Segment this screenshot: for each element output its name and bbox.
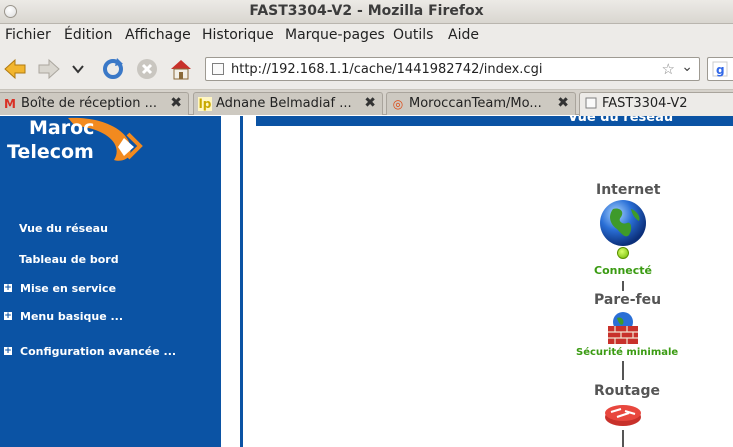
tab-bar: M Boîte de réception ... ✖ lp Adnane Bel… — [0, 90, 733, 116]
back-button[interactable] — [2, 56, 28, 82]
tab-launchpad[interactable]: lp Adnane Belmadiaf ... ✖ — [193, 92, 383, 115]
content-divider — [240, 116, 243, 447]
maroc-telecom-logo: Maroc Telecom — [0, 116, 160, 178]
menu-historique[interactable]: Historique — [202, 27, 274, 43]
internet-status: Connecté — [594, 264, 652, 277]
forward-arrow-icon — [38, 58, 60, 80]
chevron-down-icon — [72, 65, 84, 74]
window-titlebar: FAST3304-V2 - Mozilla Firefox — [0, 0, 733, 24]
menu-marque-pages[interactable]: Marque-pages — [285, 27, 385, 43]
connection-status-led — [617, 247, 629, 259]
reload-icon — [103, 58, 123, 79]
site-identity-icon[interactable] — [212, 63, 224, 75]
node-label-pare-feu: Pare-feu — [594, 292, 662, 308]
link-line — [622, 281, 624, 291]
page-icon — [584, 97, 598, 111]
sidebar-item-mise-en-service[interactable]: Mise en service — [20, 282, 116, 295]
link-line — [622, 430, 624, 447]
home-button[interactable] — [168, 56, 194, 82]
menubar: Fichier Édition Affichage Historique Mar… — [0, 24, 733, 48]
node-label-internet: Internet — [596, 182, 661, 198]
menu-edition[interactable]: Édition — [64, 27, 112, 43]
tab-gmail[interactable]: M Boîte de réception ... ✖ — [0, 92, 189, 115]
brand-line2: Telecom — [7, 141, 94, 163]
sidebar-item-menu-basique[interactable]: Menu basique ... — [20, 310, 123, 323]
expand-plus-icon[interactable]: + — [4, 347, 12, 356]
close-tab-icon[interactable]: ✖ — [364, 95, 376, 111]
url-input[interactable] — [231, 60, 651, 78]
svg-text:g: g — [716, 63, 725, 77]
section-header-bar: Vue du réseau — [256, 116, 733, 126]
close-tab-icon[interactable]: ✖ — [170, 95, 182, 111]
lp-icon: lp — [198, 97, 212, 111]
node-label-routage: Routage — [594, 383, 661, 399]
ubuntu-icon: ◎ — [392, 97, 404, 111]
history-dropdown-button[interactable] — [68, 56, 88, 82]
tab-fast3304[interactable]: FAST3304-V2 — [579, 92, 733, 116]
firewall-status: Sécurité minimale — [576, 347, 679, 358]
stop-button[interactable] — [134, 56, 160, 82]
menu-fichier[interactable]: Fichier — [5, 27, 51, 43]
stop-icon — [137, 59, 157, 79]
forward-button[interactable] — [36, 56, 62, 82]
menu-outils[interactable]: Outils — [393, 27, 433, 43]
link-line — [622, 361, 624, 380]
sidebar-item-vue-reseau[interactable]: Vue du réseau — [19, 222, 108, 235]
gmail-icon: M — [4, 97, 16, 111]
section-title: Vue du réseau — [568, 116, 674, 125]
google-icon: g — [712, 61, 728, 77]
bookmark-star-icon[interactable]: ☆ — [662, 60, 675, 78]
search-engine-button[interactable]: g — [707, 57, 733, 81]
firewall-icon[interactable] — [607, 310, 639, 350]
close-tab-icon[interactable]: ✖ — [557, 95, 569, 111]
window-title: FAST3304-V2 - Mozilla Firefox — [249, 3, 484, 19]
sidebar-item-configuration-avancee[interactable]: Configuration avancée ... — [20, 345, 176, 358]
sidebar-item-tableau-de-bord[interactable]: Tableau de bord — [19, 253, 119, 266]
navigation-toolbar: ☆ ⌄ g — [0, 48, 733, 90]
menu-aide[interactable]: Aide — [448, 27, 479, 43]
home-icon — [171, 60, 191, 80]
brand-line1: Maroc — [29, 117, 94, 139]
back-arrow-icon — [4, 58, 26, 80]
router-icon[interactable] — [603, 401, 643, 433]
tab-moroccanteam[interactable]: ◎ MoroccanTeam/Mo... ✖ — [386, 92, 576, 115]
url-bar[interactable]: ☆ ⌄ — [205, 57, 700, 81]
globe-icon[interactable] — [599, 199, 647, 251]
expand-plus-icon[interactable]: + — [4, 284, 12, 293]
expand-plus-icon[interactable]: + — [4, 312, 12, 321]
reload-button[interactable] — [100, 56, 126, 82]
menu-affichage[interactable]: Affichage — [125, 27, 191, 43]
url-dropdown-icon[interactable]: ⌄ — [681, 59, 693, 75]
